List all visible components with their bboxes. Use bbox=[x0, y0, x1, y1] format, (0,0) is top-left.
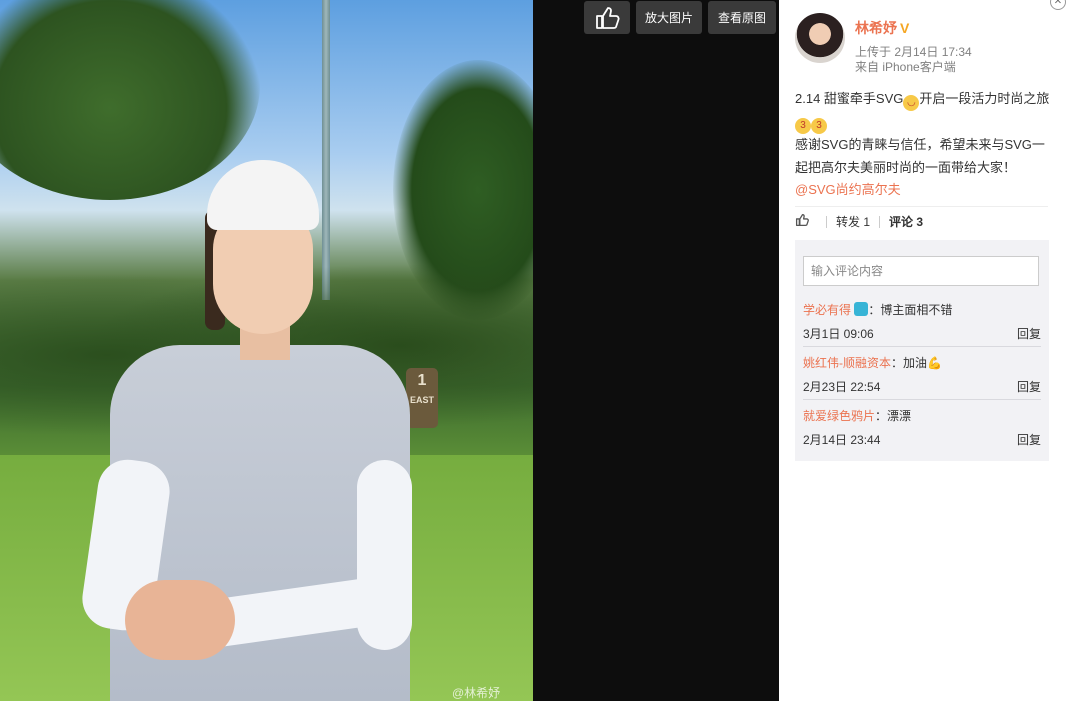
close-icon[interactable]: ✕ bbox=[1050, 0, 1066, 10]
post-text-part: 开启一段活力时尚之旅 bbox=[919, 91, 1050, 106]
comment-list: 学必有得 ：博主面相不错 3月1日 09:06 回复 姚红伟-顺融资本：加油💪 … bbox=[803, 294, 1041, 453]
post-detail-panel: ✕ 林希妤 V 上传于 2月14日 17:34 来自 iPhone客户端 2.14… bbox=[779, 0, 1066, 701]
post-meta: 上传于 2月14日 17:34 来自 iPhone客户端 bbox=[855, 45, 972, 75]
repost-action[interactable]: 转发 1 bbox=[836, 213, 870, 230]
reply-button[interactable]: 回复 bbox=[1017, 325, 1041, 342]
thumbs-up-icon bbox=[795, 213, 809, 227]
kiss-emoji-icon: 3 bbox=[795, 118, 811, 134]
like-action[interactable] bbox=[795, 213, 817, 230]
comments-section: 输入评论内容 学必有得 ：博主面相不错 3月1日 09:06 回复 姚红伟-顺融… bbox=[795, 240, 1049, 461]
comment-text: ：博主面相不错 bbox=[868, 303, 953, 317]
image-viewer: 1 EAST @林希妤 放大图片 查看原图 bbox=[0, 0, 779, 701]
zoom-image-button[interactable]: 放大图片 bbox=[636, 1, 702, 34]
avatar[interactable] bbox=[795, 13, 845, 63]
comment-user[interactable]: 就爱绿色鸦片 bbox=[803, 409, 875, 423]
photo-watermark: @林希妤 bbox=[452, 686, 501, 700]
author-name[interactable]: 林希妤 V bbox=[855, 18, 909, 38]
comment-item: 学必有得 ：博主面相不错 3月1日 09:06 回复 bbox=[803, 294, 1041, 347]
comment-item: 就爱绿色鸦片：漂漂 2月14日 23:44 回复 bbox=[803, 400, 1041, 453]
post-photo[interactable]: 1 EAST @林希妤 bbox=[0, 0, 533, 701]
reply-button[interactable]: 回复 bbox=[1017, 378, 1041, 395]
post-text-part: 2.14 甜蜜牵手SVG bbox=[795, 91, 904, 106]
comment-item: 姚红伟-顺融资本：加油💪 2月23日 22:54 回复 bbox=[803, 347, 1041, 400]
verified-icon: V bbox=[900, 20, 910, 36]
golfer-figure bbox=[78, 160, 425, 701]
comment-input[interactable]: 输入评论内容 bbox=[803, 256, 1039, 286]
comment-action[interactable]: 评论 3 bbox=[889, 213, 923, 230]
reply-button[interactable]: 回复 bbox=[1017, 431, 1041, 448]
thumbs-up-icon bbox=[596, 6, 620, 29]
divider bbox=[826, 215, 827, 228]
post-actions: 转发 1 评论 3 bbox=[795, 206, 1048, 236]
viewer-toolbar: 放大图片 查看原图 bbox=[584, 1, 776, 34]
blush-emoji-icon: ◡ bbox=[903, 95, 920, 111]
hands bbox=[125, 580, 235, 660]
mention-link[interactable]: @SVG尚约高尔夫 bbox=[795, 182, 901, 197]
like-button[interactable] bbox=[584, 1, 630, 34]
comment-text: ：加油💪 bbox=[891, 356, 942, 370]
upload-time: 上传于 2月14日 17:34 bbox=[855, 45, 972, 59]
divider bbox=[879, 215, 881, 228]
author-name-text[interactable]: 林希妤 bbox=[855, 20, 897, 36]
kiss-emoji-icon: 3 bbox=[811, 118, 827, 134]
comment-user[interactable]: 姚红伟-顺融资本 bbox=[803, 356, 891, 370]
comment-user[interactable]: 学必有得 bbox=[803, 303, 851, 317]
cap bbox=[207, 160, 319, 230]
comment-time: 2月23日 22:54 bbox=[803, 380, 881, 394]
comment-text: ：漂漂 bbox=[875, 409, 912, 423]
member-badge-icon bbox=[854, 302, 869, 316]
post-source: 来自 iPhone客户端 bbox=[855, 60, 956, 74]
post-text: 2.14 甜蜜牵手SVG ◡ 开启一段活力时尚之旅 3 3 感谢SVG的青睐与信任，希望… bbox=[795, 88, 1053, 202]
view-original-button[interactable]: 查看原图 bbox=[708, 1, 776, 34]
post-text-part: 感谢SVG的青睐与信任，希望未来与SVG一起把高尔夫美丽时尚的一面带给大家！ bbox=[795, 137, 1045, 175]
comment-time: 3月1日 09:06 bbox=[803, 327, 874, 341]
comment-time: 2月14日 23:44 bbox=[803, 433, 881, 447]
